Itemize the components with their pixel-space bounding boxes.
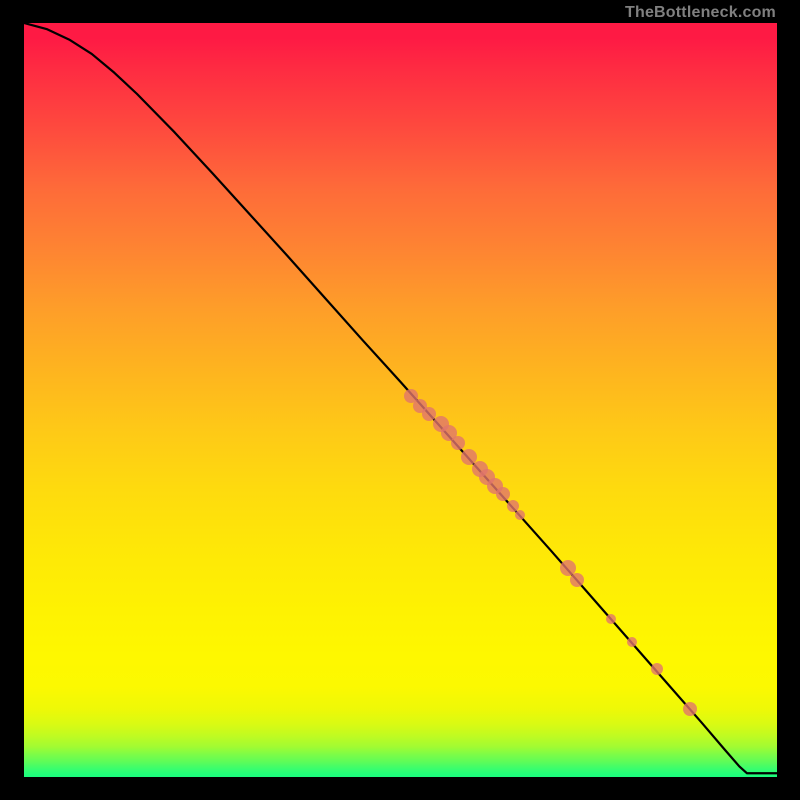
marker-point <box>570 573 584 587</box>
marker-point <box>496 487 510 501</box>
marker-point <box>451 436 465 450</box>
marker-point <box>606 614 616 624</box>
watermark-label: TheBottleneck.com <box>625 4 776 22</box>
marker-point <box>515 510 525 520</box>
curve-svg <box>24 23 777 777</box>
main-curve <box>24 23 777 773</box>
marker-point <box>627 637 637 647</box>
marker-point <box>683 702 697 716</box>
marker-point <box>651 663 663 675</box>
plot-area <box>24 23 777 777</box>
